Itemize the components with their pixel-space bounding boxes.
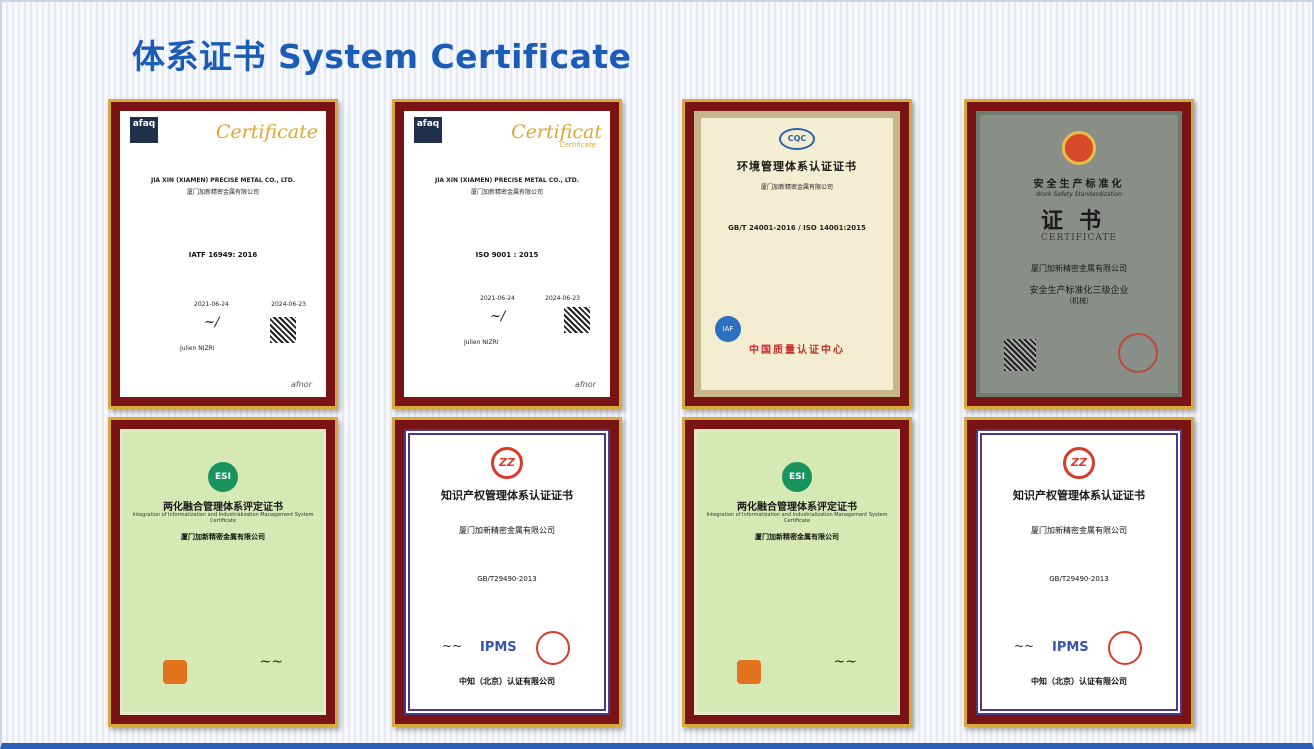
official-seal-icon xyxy=(536,631,570,665)
signer-name: Julien NIZRI xyxy=(464,339,499,346)
esi-logo-icon: ESI xyxy=(208,462,238,492)
signature-icon: ~~ xyxy=(442,639,463,653)
issuer-footer: 中国质量认证中心 xyxy=(749,345,845,356)
company-name-cn: 厦门加新精密金属有限公司 xyxy=(459,526,555,535)
certificate-heading: 知识产权管理体系认证证书 xyxy=(441,489,573,502)
certificate-heading: 知识产权管理体系认证证书 xyxy=(1013,489,1145,502)
afnor-brand: afnor xyxy=(575,380,596,389)
signature-icon: ~~ xyxy=(259,654,283,670)
certificate-subheading: Certificate xyxy=(559,141,596,149)
certificate-iatf[interactable]: afaq Certificate JIA XIN (XIAMEN) PRECIS… xyxy=(108,99,338,409)
certificate-sheet: afaq Certificat Certificate JIA XIN (XIA… xyxy=(404,111,610,397)
date-expiry: 2024-06-23 xyxy=(545,295,580,302)
standard-label: GB/T 24001-2016 / ISO 14001:2015 xyxy=(728,224,866,232)
certificate-sheet: ZZ 知识产权管理体系认证证书 厦门加新精密金属有限公司 GB/T29490-2… xyxy=(976,429,1182,715)
certificate-ip-1[interactable]: ZZ 知识产权管理体系认证证书 厦门加新精密金属有限公司 GB/T29490-2… xyxy=(392,417,622,727)
official-seal-icon xyxy=(1108,631,1142,665)
page-title: 体系证书 System Certificate xyxy=(132,37,632,76)
certificate-integration-1[interactable]: ESI 两化融合管理体系评定证书 Integration of Informat… xyxy=(108,417,338,727)
standard-label: IATF 16949: 2016 xyxy=(188,251,258,259)
certificate-sheet: ESI 两化融合管理体系评定证书 Integration of Informat… xyxy=(694,429,900,715)
signature-icon: ~/ xyxy=(490,309,506,324)
official-seal-icon xyxy=(1118,333,1158,373)
company-name-en: JIA XIN (XIAMEN) PRECISE METAL CO., LTD. xyxy=(150,177,296,184)
certificate-title-en: CERTIFICATE xyxy=(1041,233,1117,243)
date-expiry: 2024-06-23 xyxy=(271,301,306,308)
certificate-heading: Certificat xyxy=(511,121,602,143)
certificate-sheet: afaq Certificate JIA XIN (XIAMEN) PRECIS… xyxy=(120,111,326,397)
certificate-sheet: ZZ 知识产权管理体系认证证书 厦门加新精密金属有限公司 GB/T29490-2… xyxy=(404,429,610,715)
company-name-cn: 厦门加新精密金属有限公司 xyxy=(470,189,543,196)
date-issued: 2021-06-24 xyxy=(194,301,229,308)
esi-logo-icon: ESI xyxy=(782,462,812,492)
ipms-mark-icon: IPMS xyxy=(480,640,517,655)
certificate-work-safety[interactable]: 安全生产标准化 Work Safety Standardization 证书 C… xyxy=(964,99,1194,409)
certificate-iso9001[interactable]: afaq Certificat Certificate JIA XIN (XIA… xyxy=(392,99,622,409)
company-name-cn: 厦门加新精密金属有限公司 xyxy=(181,533,265,541)
zz-logo-icon: ZZ xyxy=(1063,447,1095,479)
afaq-logo-icon: afaq xyxy=(130,117,158,143)
standard-label: ISO 9001 : 2015 xyxy=(475,251,539,259)
issuer-mark-icon xyxy=(737,660,761,684)
standard-label: GB/T29490-2013 xyxy=(477,575,537,583)
ipms-mark-icon: IPMS xyxy=(1052,640,1089,655)
certificate-iso14001[interactable]: CQC 环境管理体系认证证书 厦门加新精密金属有限公司 GB/T 24001-2… xyxy=(682,99,912,409)
company-name-cn: 厦门加新精密金属有限公司 xyxy=(1031,526,1127,535)
afnor-brand: afnor xyxy=(291,380,312,389)
certificate-heading: 两化融合管理体系评定证书 xyxy=(737,502,857,513)
standard-label: GB/T29490-2013 xyxy=(1049,575,1109,583)
certificate-level: 安全生产标准化三级企业 xyxy=(1029,286,1129,296)
company-name-en: JIA XIN (XIAMEN) PRECISE METAL CO., LTD. xyxy=(434,177,580,184)
signature-icon: ~~ xyxy=(1014,639,1035,653)
company-name-cn: 厦门加新精密金属有限公司 xyxy=(1031,264,1127,273)
iaf-mark-icon: IAF xyxy=(715,316,741,342)
signer-name: Julien NIZRI xyxy=(180,345,215,352)
certificate-heading: 环境管理体系认证证书 xyxy=(737,160,857,173)
signature-icon: ~~ xyxy=(833,654,857,670)
afaq-logo-icon: afaq xyxy=(414,117,442,143)
certificate-heading: 两化融合管理体系评定证书 xyxy=(163,502,283,513)
certificate-sheet: ESI 两化融合管理体系评定证书 Integration of Informat… xyxy=(120,429,326,715)
company-name-cn: 厦门加新精密金属有限公司 xyxy=(755,533,839,541)
certificate-heading-en: Integration of Informatization and Indus… xyxy=(706,512,888,524)
certificate-integration-2[interactable]: ESI 两化融合管理体系评定证书 Integration of Informat… xyxy=(682,417,912,727)
issuer-footer: 中知（北京）认证有限公司 xyxy=(1031,676,1127,686)
certificate-heading-en: Work Safety Standardization xyxy=(1036,191,1122,198)
issuer-footer: 中知（北京）认证有限公司 xyxy=(459,676,555,686)
company-name-cn: 厦门加新精密金属有限公司 xyxy=(186,189,259,196)
certificate-ip-2[interactable]: ZZ 知识产权管理体系认证证书 厦门加新精密金属有限公司 GB/T29490-2… xyxy=(964,417,1194,727)
national-emblem-icon xyxy=(1062,131,1096,165)
zz-logo-icon: ZZ xyxy=(491,447,523,479)
qr-code-icon xyxy=(1004,339,1036,371)
certificate-sheet: CQC 环境管理体系认证证书 厦门加新精密金属有限公司 GB/T 24001-2… xyxy=(694,111,900,397)
certificate-heading: 安全生产标准化 xyxy=(1033,179,1125,190)
certificate-heading: Certificate xyxy=(215,121,318,143)
certificate-heading-en: Integration of Informatization and Indus… xyxy=(132,512,314,524)
certificate-level-sub: （机械） xyxy=(1065,297,1093,305)
cqc-logo-icon: CQC xyxy=(779,128,815,150)
issuer-mark-icon xyxy=(163,660,187,684)
company-name-cn: 厦门加新精密金属有限公司 xyxy=(760,184,833,191)
signature-icon: ~/ xyxy=(204,315,220,330)
certificate-title: 证书 xyxy=(1040,208,1117,234)
date-issued: 2021-06-24 xyxy=(480,295,515,302)
qr-code-icon xyxy=(270,317,296,343)
certificate-sheet: 安全生产标准化 Work Safety Standardization 证书 C… xyxy=(976,111,1182,397)
qr-code-icon xyxy=(564,307,590,333)
